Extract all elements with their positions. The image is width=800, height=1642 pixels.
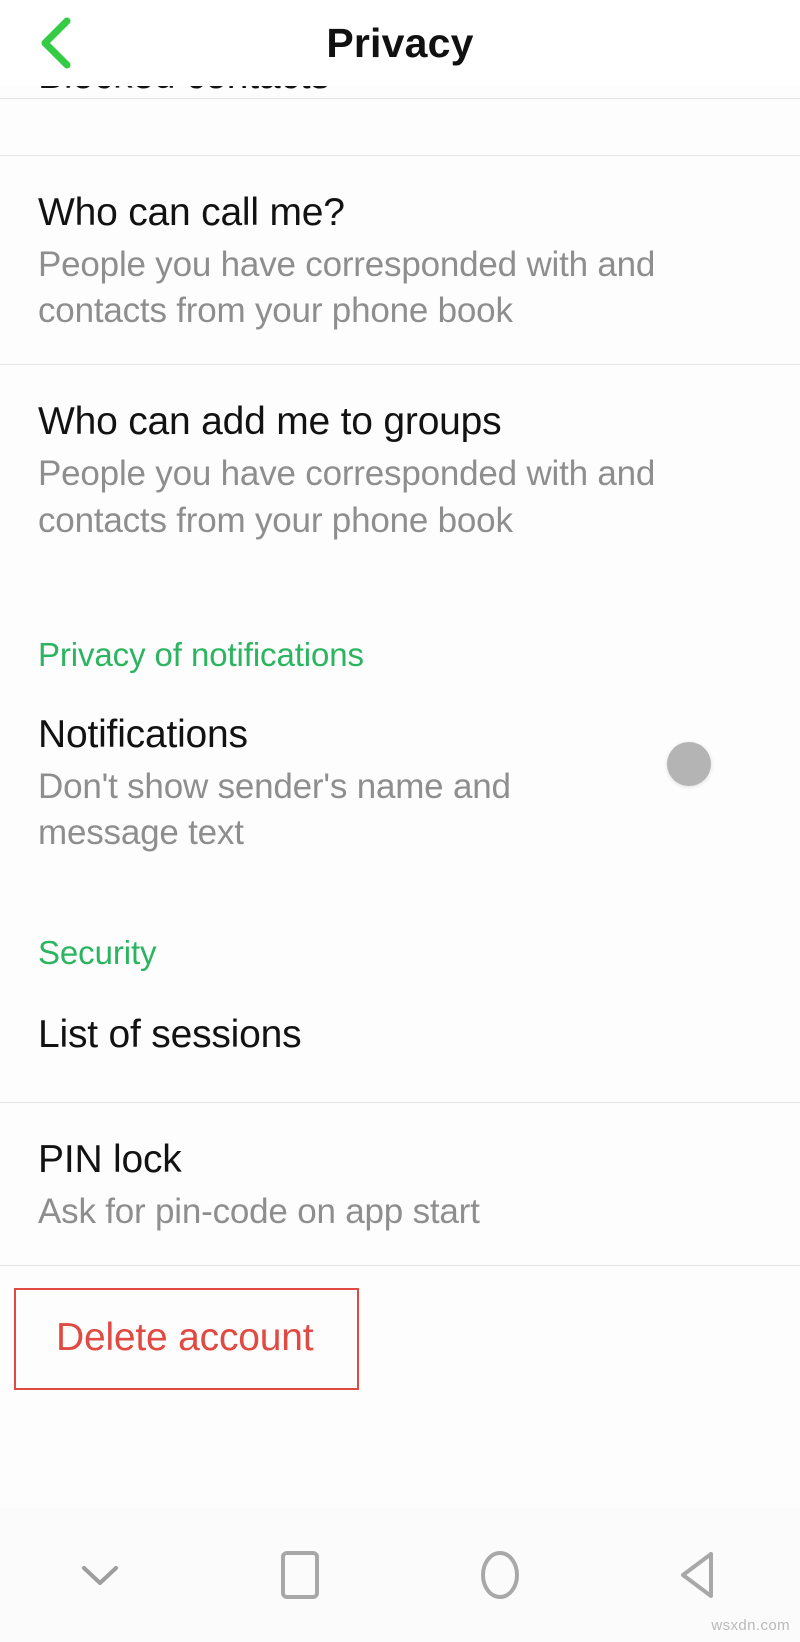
list-item-title: Blocked contacts	[38, 86, 330, 98]
delete-account-container: Delete account	[0, 1266, 800, 1391]
section-header-security: Security	[38, 934, 157, 972]
watermark: wsxdn.com	[711, 1617, 790, 1634]
delete-account-button[interactable]: Delete account	[14, 1288, 359, 1391]
back-button[interactable]	[22, 8, 92, 78]
list-item-title: Notifications	[38, 712, 248, 756]
triangle-left-icon	[677, 1549, 723, 1601]
list-item-who-can-add-me-to-groups[interactable]: Who can add me to groups People you have…	[0, 365, 800, 573]
list-item-pin-lock[interactable]: PIN lock Ask for pin-code on app start	[0, 1103, 800, 1265]
list-item-subtitle: Don't show sender's name and message tex…	[38, 766, 511, 852]
list-item-list-of-sessions[interactable]: List of sessions	[0, 972, 800, 1102]
list-item-notifications[interactable]: Notifications Don't show sender's name a…	[0, 674, 800, 886]
chevron-left-icon	[37, 15, 77, 71]
list-item-title: Who can add me to groups	[38, 400, 502, 444]
list-item-subtitle: People you have corresponded with and co…	[38, 454, 656, 540]
square-icon	[278, 1549, 322, 1601]
list-item-who-can-call-me[interactable]: Who can call me? People you have corresp…	[0, 156, 800, 364]
list-item-title: List of sessions	[38, 1013, 302, 1057]
nav-recents-button[interactable]	[200, 1508, 400, 1642]
page-title: Privacy	[326, 19, 474, 66]
list-item-blocked-contacts[interactable]: Blocked contacts	[0, 86, 800, 98]
nav-hide-keyboard-button[interactable]	[0, 1508, 200, 1642]
phone-screen: Privacy Blocked contacts Who can call me…	[0, 0, 800, 1642]
nav-home-button[interactable]	[400, 1508, 600, 1642]
list-item-title: PIN lock	[38, 1138, 182, 1182]
list-item-subtitle: Ask for pin-code on app start	[38, 1192, 480, 1232]
notifications-toggle[interactable]	[667, 741, 711, 786]
list-item-subtitle: People you have corresponded with and co…	[38, 245, 656, 331]
circle-icon	[476, 1547, 524, 1603]
section-header-privacy-of-notifications: Privacy of notifications	[38, 635, 364, 673]
settings-list[interactable]: Blocked contacts Who can call me? People…	[0, 86, 800, 1508]
app-bar: Privacy	[0, 0, 800, 86]
list-item-title: Who can call me?	[38, 191, 345, 234]
android-navigation-bar	[0, 1508, 800, 1642]
chevron-down-icon	[76, 1559, 124, 1591]
